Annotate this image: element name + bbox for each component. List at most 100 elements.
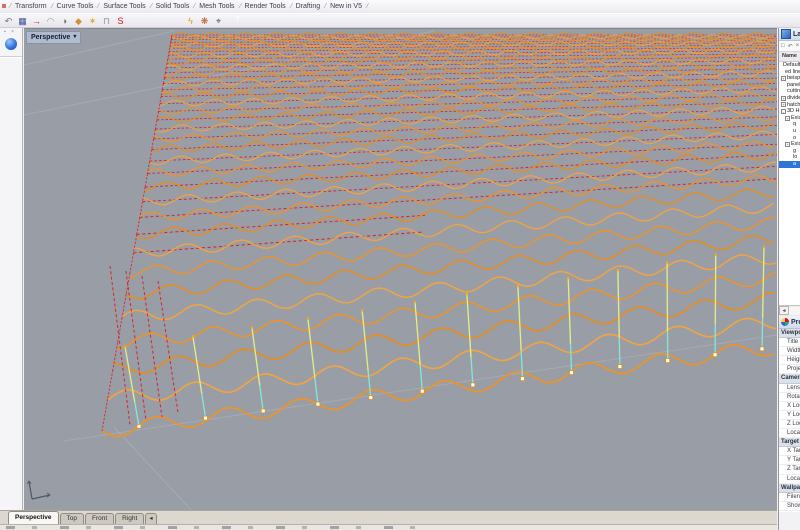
property-row[interactable]: Gray bbox=[779, 511, 800, 512]
property-row[interactable]: Rotation bbox=[779, 393, 800, 402]
layers-name-column-header[interactable]: Name bbox=[779, 52, 800, 62]
property-section: Camera bbox=[779, 374, 800, 383]
layer-expand-icon[interactable]: + bbox=[781, 102, 786, 107]
layer-row[interactable]: +Existing bbox=[779, 141, 800, 148]
menu-tab-bar: /Transform/Curve Tools/Surface Tools/Sol… bbox=[0, 0, 800, 13]
layer-row[interactable]: Default bbox=[779, 62, 800, 69]
menu-tab-new-in-v5[interactable]: New in V5 bbox=[327, 3, 365, 10]
layers-icon bbox=[781, 29, 791, 39]
property-row[interactable]: Lens Length bbox=[779, 384, 800, 393]
property-row[interactable]: Projection bbox=[779, 365, 800, 374]
pick-target-icon[interactable]: ⌖ bbox=[212, 15, 225, 27]
layer-name: g bbox=[793, 148, 796, 155]
property-row[interactable]: Show bbox=[779, 502, 800, 511]
layer-row[interactable]: a bbox=[779, 161, 800, 168]
layer-row[interactable]: +hatching bbox=[779, 102, 800, 109]
layer-row[interactable]: +Existing bbox=[779, 115, 800, 122]
layer-expand-icon[interactable]: + bbox=[785, 116, 790, 121]
layer-row[interactable]: g bbox=[779, 148, 800, 155]
property-row[interactable]: X Location bbox=[779, 402, 800, 411]
layer-expand-icon[interactable]: - bbox=[781, 109, 786, 114]
property-row[interactable]: Width bbox=[779, 347, 800, 356]
properties-panel-header[interactable]: Properties bbox=[779, 316, 800, 329]
layer-row[interactable]: cutting bbox=[779, 88, 800, 95]
dock-sphere-icon[interactable] bbox=[5, 38, 17, 50]
color-wheel-icon[interactable] bbox=[128, 15, 141, 27]
help-icon[interactable] bbox=[226, 15, 239, 27]
sphere-dark-icon[interactable] bbox=[156, 15, 169, 27]
layers-panel-title: Layers bbox=[793, 31, 800, 38]
menu-tab-transform[interactable]: Transform bbox=[12, 3, 50, 10]
rhino-window: /Transform/Curve Tools/Surface Tools/Sol… bbox=[0, 0, 800, 530]
sphere-gray-icon[interactable] bbox=[142, 15, 155, 27]
viewport-tab-perspective[interactable]: Perspective bbox=[8, 511, 59, 524]
property-row[interactable]: Z Target bbox=[779, 465, 800, 474]
menu-tab-curve-tools[interactable]: Curve Tools bbox=[54, 3, 97, 10]
scroll-track[interactable] bbox=[789, 307, 800, 315]
layers-list: Defaulted lines+beispultpanelcutting+div… bbox=[779, 62, 800, 305]
lock-icon[interactable]: ⊓ bbox=[100, 15, 113, 27]
layer-row[interactable]: ed lines bbox=[779, 69, 800, 76]
layer-name: 3D HP bbox=[787, 108, 800, 115]
viewport-tab--[interactable]: ◂ bbox=[145, 513, 156, 524]
property-row[interactable]: Z Location bbox=[779, 420, 800, 429]
viewport-tab-bar: PerspectiveTopFrontRight◂ bbox=[0, 510, 777, 524]
layer-row[interactable]: q bbox=[779, 121, 800, 128]
property-row[interactable]: Filename bbox=[779, 493, 800, 502]
menu-tab-solid-tools[interactable]: Solid Tools bbox=[153, 3, 193, 10]
layer-row[interactable]: panel bbox=[779, 82, 800, 89]
mirror-icon[interactable]: ◠ bbox=[44, 15, 57, 27]
layer-name: Existing bbox=[791, 115, 800, 122]
layers-tool-icon-1[interactable]: ↶ bbox=[788, 43, 793, 50]
property-row[interactable]: Height bbox=[779, 356, 800, 365]
spark-icon[interactable]: ϟ bbox=[184, 15, 197, 27]
undo-view-icon[interactable]: ↶ bbox=[2, 15, 15, 27]
property-row[interactable]: X Target bbox=[779, 447, 800, 456]
main-toolbar: ↶▦→◠◑◆✶⊓Sϟ❋⌖ bbox=[0, 13, 800, 28]
layer-row[interactable]: lo bbox=[779, 154, 800, 161]
dock-window-buttons[interactable]: ▪ × bbox=[0, 28, 22, 35]
layer-expand-icon[interactable]: + bbox=[781, 76, 786, 81]
layer-row[interactable]: o bbox=[779, 135, 800, 142]
orient-icon[interactable]: ◆ bbox=[72, 15, 85, 27]
layers-toolbar: □↶× bbox=[779, 41, 800, 52]
layers-h-scrollbar[interactable]: ◄ bbox=[779, 305, 800, 316]
dock-divider bbox=[0, 56, 22, 58]
menu-tab-drafting[interactable]: Drafting bbox=[293, 3, 324, 10]
viewport-tab-right[interactable]: Right bbox=[115, 513, 144, 524]
layers-tool-icon-0[interactable]: □ bbox=[781, 43, 785, 49]
layer-row[interactable]: +beispult bbox=[779, 75, 800, 82]
viewport-tab-front[interactable]: Front bbox=[85, 513, 114, 524]
layer-name: u bbox=[793, 128, 796, 135]
layer-grid-icon[interactable]: ▦ bbox=[16, 15, 29, 27]
rotate-icon[interactable]: ◑ bbox=[58, 15, 71, 27]
move-arrow-icon[interactable]: → bbox=[30, 15, 43, 27]
properties-list: ViewportTitleWidthHeightProjectionCamera… bbox=[779, 329, 800, 512]
menu-tab-render-tools[interactable]: Render Tools bbox=[242, 3, 289, 10]
layer-expand-icon[interactable]: + bbox=[781, 96, 786, 101]
property-row[interactable]: Location bbox=[779, 429, 800, 438]
property-section: Viewport bbox=[779, 329, 800, 338]
layers-panel-header[interactable]: Layers bbox=[779, 28, 800, 41]
layer-name: divide bbox=[787, 95, 800, 102]
layer-row[interactable]: -3D HP bbox=[779, 108, 800, 115]
layers-tool-icon-2[interactable]: × bbox=[796, 43, 800, 49]
property-row[interactable]: Location bbox=[779, 475, 800, 484]
lamp-icon[interactable]: ✶ bbox=[86, 15, 99, 27]
layer-row[interactable]: u bbox=[779, 128, 800, 135]
property-row[interactable]: Y Target bbox=[779, 456, 800, 465]
perspective-viewport[interactable]: Perspective ▾ bbox=[24, 28, 777, 511]
property-row[interactable]: Y Location bbox=[779, 411, 800, 420]
red-edge-staircase bbox=[102, 35, 178, 431]
curve-wave-icon[interactable]: S bbox=[114, 15, 127, 27]
viewport-canvas[interactable] bbox=[24, 29, 777, 511]
property-row[interactable]: Title bbox=[779, 338, 800, 347]
scroll-left-button[interactable]: ◄ bbox=[779, 306, 789, 315]
viewport-tab-top[interactable]: Top bbox=[60, 513, 84, 524]
menu-tab-surface-tools[interactable]: Surface Tools bbox=[100, 3, 148, 10]
menu-tab-mesh-tools[interactable]: Mesh Tools bbox=[196, 3, 237, 10]
render-globe-icon[interactable] bbox=[170, 15, 183, 27]
layer-row[interactable]: +divide bbox=[779, 95, 800, 102]
layer-expand-icon[interactable]: + bbox=[785, 142, 790, 147]
gear-flower-icon[interactable]: ❋ bbox=[198, 15, 211, 27]
